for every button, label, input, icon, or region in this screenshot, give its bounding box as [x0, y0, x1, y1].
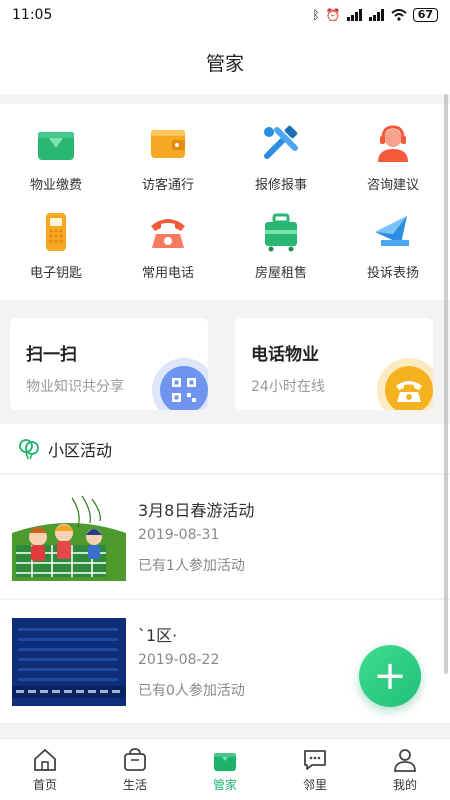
activity-participants: 已有1人参加活动	[138, 558, 245, 574]
bottom-tab-bar: 首页 生活 管家 邻里 我的	[0, 738, 450, 800]
bluetooth-icon: ᛒ	[312, 8, 320, 22]
chat-icon	[304, 749, 326, 770]
status-bar: 11:05 ᛒ ⏰ 67	[0, 0, 450, 30]
tab-butler[interactable]: 管家	[180, 739, 270, 800]
telephone-icon	[151, 219, 185, 248]
page-title: 管家	[0, 30, 450, 94]
tab-mine[interactable]: 我的	[360, 739, 450, 800]
balloons-icon	[19, 438, 39, 459]
scan-card-subtitle: 物业知识共分享	[26, 379, 124, 395]
service-house-rent[interactable]: 房屋租售	[225, 200, 337, 286]
activity-participants: 已有0人参加活动	[138, 683, 245, 699]
butler-icon	[214, 752, 236, 771]
activity-item[interactable]: 3月8日春游活动 2019-08-31 已有1人参加活动	[0, 475, 450, 599]
wallet-icon	[151, 130, 185, 158]
services-grid: 物业缴费 访客通行 报修报事 咨询建议 电子钥匙 常用电话 房屋租售 投诉表扬	[0, 104, 450, 300]
signal-icon	[368, 9, 384, 21]
shopping-bag-icon	[124, 747, 146, 771]
scrollbar[interactable]	[444, 94, 448, 674]
envelope-icon	[375, 216, 409, 246]
plus-icon: +	[373, 653, 407, 699]
tab-neighbors[interactable]: 邻里	[270, 739, 360, 800]
status-time: 11:05	[12, 7, 53, 23]
tab-home[interactable]: 首页	[0, 739, 90, 800]
wifi-icon	[391, 9, 407, 21]
support-agent-icon	[378, 125, 408, 162]
activity-title: 3月8日春游活动	[138, 501, 255, 520]
activity-section-header: 小区活动	[0, 424, 450, 474]
add-activity-button[interactable]: +	[359, 645, 421, 707]
wallet-card-icon	[38, 132, 74, 160]
key-pad-icon	[46, 213, 66, 251]
activity-title: `1区·	[138, 626, 178, 645]
phone-card-title: 电话物业	[251, 345, 319, 365]
service-consult[interactable]: 咨询建议	[337, 112, 449, 198]
status-icons: ᛒ ⏰ 67	[313, 8, 438, 22]
scrollbar-thumb[interactable]	[444, 94, 448, 674]
home-icon	[34, 748, 56, 771]
activity-date: 2019-08-31	[138, 527, 220, 543]
battery-indicator: 67	[412, 8, 438, 22]
qr-code-icon	[160, 366, 208, 410]
activity-date: 2019-08-22	[138, 652, 220, 668]
service-complaint-praise[interactable]: 投诉表扬	[337, 200, 449, 286]
scan-card-title: 扫一扫	[26, 345, 77, 365]
user-icon	[394, 748, 416, 772]
alarm-icon: ⏰	[325, 8, 341, 22]
phone-icon	[385, 366, 433, 410]
tools-icon	[264, 125, 298, 159]
signal-icon	[346, 9, 362, 21]
service-common-phone[interactable]: 常用电话	[112, 200, 224, 286]
activity-thumbnail	[12, 618, 126, 706]
service-property-fee[interactable]: 物业缴费	[0, 112, 112, 198]
tab-life[interactable]: 生活	[90, 739, 180, 800]
phone-property-card[interactable]: 电话物业 24小时在线	[235, 318, 433, 410]
activity-section-title: 小区活动	[48, 440, 113, 460]
suitcase-icon	[265, 213, 297, 252]
service-repair[interactable]: 报修报事	[225, 112, 337, 198]
activity-thumbnail	[12, 493, 126, 581]
service-e-key[interactable]: 电子钥匙	[0, 200, 112, 286]
service-visitor-pass[interactable]: 访客通行	[112, 112, 224, 198]
scan-card[interactable]: 扫一扫 物业知识共分享	[10, 318, 208, 410]
phone-card-subtitle: 24小时在线	[251, 379, 325, 395]
